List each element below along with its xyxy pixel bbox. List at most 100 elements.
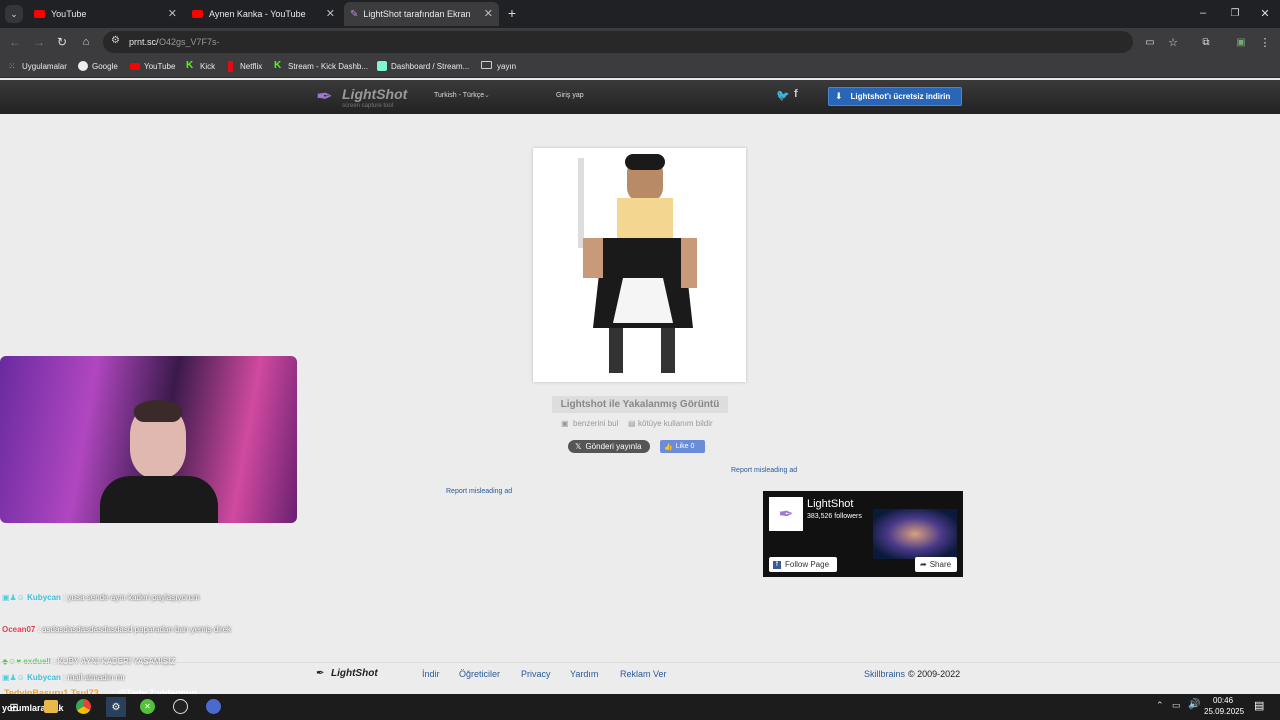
footer-link-help[interactable]: Yardım — [570, 669, 598, 679]
tab-search-button[interactable]: ⌄ — [5, 5, 23, 23]
chevron-up-icon[interactable]: ⌃ — [1156, 700, 1164, 711]
caption: Lightshot ile Yakalanmış Görüntü — [552, 396, 728, 413]
reload-icon[interactable]: ↻ — [55, 34, 69, 50]
footer: ✒ LightShot İndir Öğreticiler Privacy Ya… — [0, 662, 1280, 686]
report-misleading-ad-link[interactable]: Report misleading ad — [731, 467, 797, 474]
obs-icon[interactable] — [173, 699, 188, 714]
webcam-overlay — [0, 356, 297, 523]
twitter-icon[interactable]: 🐦 — [776, 89, 790, 102]
site-info-icon[interactable]: ⚙ — [111, 35, 120, 46]
skillbrains-link[interactable]: Skillbrains — [864, 669, 905, 679]
copyright-text: © 2009-2022 — [908, 669, 961, 679]
bookmark-dashboard[interactable]: Dashboard / Stream... — [391, 62, 469, 71]
bookmark-apps[interactable]: Uygulamalar — [22, 62, 67, 71]
restore-button[interactable]: ❐ — [1228, 5, 1242, 21]
feather-icon: ✒ — [316, 668, 325, 679]
omnibox[interactable]: ⚙ prnt.sc/ O42gs_V7F7s- — [103, 31, 1133, 53]
chat-message: ▣♟☺ Kubycan : yusa sende aynı kaderi pay… — [2, 590, 232, 605]
star-icon[interactable]: ☆ — [1166, 34, 1180, 50]
kick-icon: K — [274, 60, 282, 71]
chrome-icon[interactable] — [76, 699, 91, 714]
volume-icon[interactable]: 🔊 — [1188, 699, 1200, 710]
close-icon[interactable]: ✕ — [484, 7, 493, 20]
footer-link-privacy[interactable]: Privacy — [521, 669, 551, 679]
clock-date[interactable]: 25.09.2025 — [1204, 707, 1244, 716]
tab-title: Aynen Kanka - YouTube — [209, 9, 306, 19]
folder-icon — [481, 61, 492, 69]
facebook-page-widget[interactable]: ✒ LightShot 383,526 followers f Follow P… — [763, 491, 963, 577]
tab-lightshot[interactable]: ✎ LightShot tarafından Ekran Gör ✕ — [344, 2, 499, 26]
address-bar-row: ← → ↻ ⌂ ⚙ prnt.sc/ O42gs_V7F7s- ▭ ☆ ⧉ ▣ … — [0, 28, 1280, 56]
footer-link-download[interactable]: İndir — [422, 669, 440, 679]
like-label: Like 0 — [675, 443, 695, 450]
chat-user: Ocean07 — [2, 625, 36, 634]
download-button[interactable]: ⬇ Lightshot'ı ücretsiz indirin — [828, 87, 962, 106]
bookmark-youtube[interactable]: YouTube — [144, 62, 175, 71]
extensions-icon[interactable]: ⧉ — [1199, 34, 1213, 50]
like-button[interactable]: 👍 Like 0 — [660, 440, 705, 453]
network-icon[interactable]: ▭ — [1172, 700, 1181, 711]
app-icon[interactable] — [206, 699, 221, 714]
xbox-icon[interactable]: ✕ — [140, 699, 155, 714]
footer-link-tutorials[interactable]: Öğreticiler — [459, 669, 500, 679]
profile-icon[interactable]: ▣ — [1234, 34, 1248, 50]
feather-icon: ✎ — [350, 8, 359, 20]
forward-icon[interactable]: → — [32, 34, 46, 50]
apps-grid-icon: ⁙ — [8, 61, 16, 71]
find-similar-link[interactable]: benzerini bul — [573, 419, 618, 428]
bookmark-kick[interactable]: Kick — [200, 62, 215, 71]
cast-icon[interactable]: ▭ — [1143, 34, 1157, 50]
minimize-button[interactable]: – — [1196, 5, 1210, 21]
tab-title: YouTube — [51, 9, 87, 19]
share-button[interactable]: ➦ Share — [915, 557, 957, 572]
chat-user: Kubycan — [27, 593, 61, 602]
close-window-button[interactable]: ✕ — [1258, 5, 1272, 21]
steam-icon[interactable]: ⚙ — [106, 697, 126, 717]
tab-youtube[interactable]: YouTube ✕ — [28, 2, 183, 26]
back-icon[interactable]: ← — [8, 34, 22, 50]
lightshot-logo[interactable]: ✒ LightShot screen capture tool — [316, 84, 416, 110]
thumbs-up-icon: 👍 — [664, 443, 673, 451]
streamer-body — [100, 476, 218, 523]
close-icon[interactable]: ✕ — [326, 7, 335, 20]
report-misleading-ad-link[interactable]: Report misleading ad — [446, 488, 512, 495]
notifications-icon[interactable]: ▤ — [1254, 699, 1264, 712]
tweet-button[interactable]: 𝕏 Gönderi yayınla — [568, 440, 650, 453]
footer-logo[interactable]: LightShot — [331, 668, 378, 679]
clock-time[interactable]: 00:46 — [1213, 696, 1233, 705]
chevron-down-icon: ⌄ — [484, 92, 490, 99]
report-abuse-link[interactable]: kötüye kullanım bildir — [638, 419, 713, 428]
close-icon[interactable]: ✕ — [168, 7, 177, 20]
screenshot-image[interactable] — [533, 148, 746, 382]
url-path: O42gs_V7F7s- — [159, 37, 220, 47]
logo-text: LightShot — [342, 86, 408, 102]
login-link[interactable]: Giriş yap — [556, 92, 584, 99]
home-icon[interactable]: ⌂ — [79, 34, 93, 50]
lightshot-header: ✒ LightShot screen capture tool Turkish … — [0, 80, 1280, 114]
follow-label: Follow Page — [785, 560, 830, 569]
footer-link-advertise[interactable]: Reklam Ver — [620, 669, 667, 679]
tab-aynen-kanka[interactable]: Aynen Kanka - YouTube ✕ — [186, 2, 341, 26]
file-explorer-icon[interactable] — [44, 700, 58, 713]
feather-icon: ✒ — [316, 86, 333, 108]
chat-message: Ocean07 : asdasdasdasdasdasdasd paparada… — [2, 622, 232, 637]
new-tab-button[interactable]: + — [505, 5, 519, 21]
bookmark-folder-yayin[interactable]: yayın — [497, 62, 516, 71]
trash-icon: ▤ — [628, 419, 636, 428]
windows-start-icon[interactable]: ⊞ — [8, 701, 20, 714]
facebook-icon: f — [773, 560, 781, 569]
fb-followers: 383,526 followers — [807, 513, 862, 520]
menu-icon[interactable]: ⋮ — [1260, 34, 1271, 50]
tab-strip: ⌄ YouTube ✕ Aynen Kanka - YouTube ✕ ✎ Li… — [0, 0, 1280, 28]
share-icon: ➦ — [920, 560, 927, 569]
maid-figure-image — [578, 154, 697, 373]
follow-page-button[interactable]: f Follow Page — [769, 557, 837, 572]
facebook-icon[interactable]: f — [794, 88, 798, 100]
bookmark-netflix[interactable]: Netflix — [240, 62, 262, 71]
chat-badge-icon: ▣♟☺ — [2, 593, 25, 602]
language-select[interactable]: Turkish - Türkçe — [434, 92, 484, 99]
fb-cover-image — [873, 509, 957, 559]
bookmark-stream-kick[interactable]: Stream - Kick Dashb... — [288, 62, 368, 71]
download-label: Lightshot'ı ücretsiz indirin — [850, 92, 951, 101]
bookmark-google[interactable]: Google — [92, 62, 118, 71]
